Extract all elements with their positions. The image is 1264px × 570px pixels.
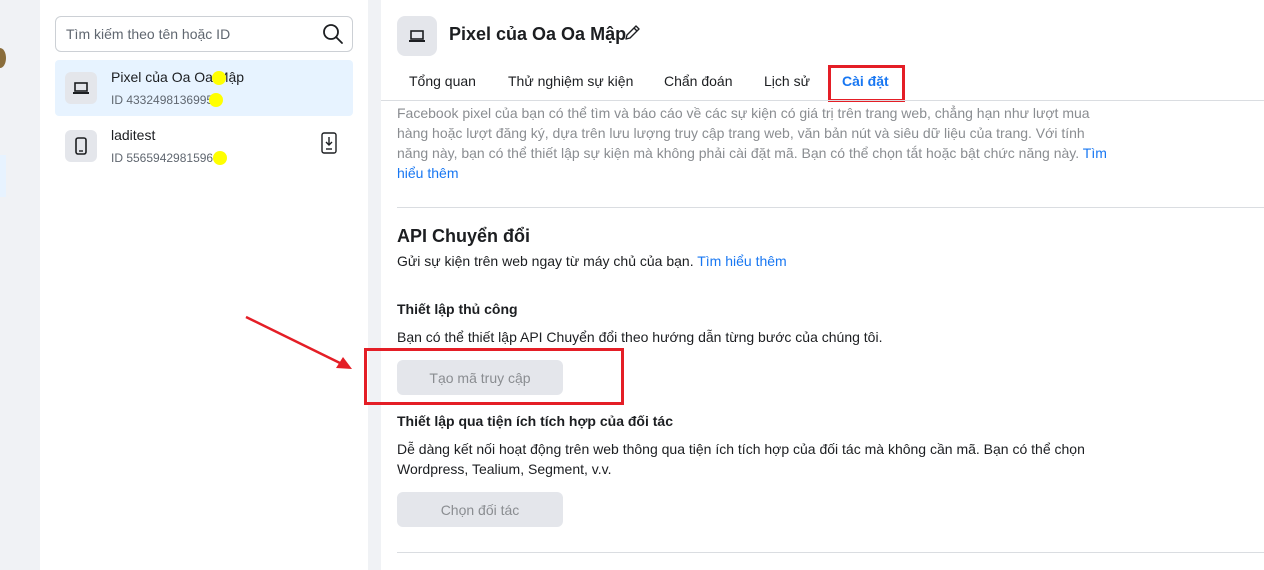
annotation-highlight-tab: [828, 65, 905, 102]
page-title: Pixel của Oa Oa Mập: [449, 24, 627, 44]
annotation-arrow-icon: [245, 315, 352, 369]
manual-setup-description: Bạn có thể thiết lập API Chuyển đổi theo…: [397, 329, 883, 345]
phone-icon: [65, 130, 97, 162]
tab-overview[interactable]: Tổng quan: [409, 62, 476, 100]
search-icon[interactable]: [322, 23, 344, 45]
manual-setup-title: Thiết lập thủ công: [397, 301, 518, 317]
partner-setup-description: Dễ dàng kết nối hoạt động trên web thông…: [397, 441, 1085, 477]
laptop-icon: [397, 16, 437, 56]
search-input[interactable]: [66, 17, 306, 51]
learn-more-link[interactable]: Tìm hiểu thêm: [697, 253, 786, 269]
search-box: [55, 16, 353, 52]
tab-bar-divider: [381, 100, 1264, 101]
choose-partner-button[interactable]: Chọn đối tác: [397, 492, 563, 527]
pixel-id: ID 43324981369952: [111, 93, 220, 107]
tab-test-events[interactable]: Thử nghiệm sự kiện: [508, 62, 633, 100]
tab-history[interactable]: Lịch sử: [764, 62, 810, 100]
rail-active-marker: [0, 155, 6, 197]
redaction-mark: [209, 93, 223, 107]
pixel-name: laditest: [111, 127, 156, 143]
pixel-detail-panel: Pixel của Oa Oa Mập Tổng quan Thử nghiệm…: [381, 0, 1264, 570]
divider: [397, 552, 1264, 553]
section-title-conversions-api: API Chuyển đổi: [397, 226, 531, 246]
automatic-events-description: Facebook pixel của bạn có thể tìm và báo…: [397, 105, 1107, 181]
pixel-list-item[interactable]: laditest ID 5565942981596: [55, 118, 353, 174]
annotation-highlight-button: [364, 348, 624, 405]
pixel-list-panel: Pixel của Oa Oa Mập ID 43324981369952 la…: [40, 0, 368, 570]
pencil-icon[interactable]: [623, 24, 641, 42]
conversions-api-description: Gửi sự kiện trên web ngay từ máy chủ của…: [397, 253, 787, 269]
partner-setup-title: Thiết lập qua tiện ích tích hợp của đối …: [397, 413, 673, 429]
pixel-list-item[interactable]: Pixel của Oa Oa Mập ID 43324981369952: [55, 60, 353, 116]
redaction-mark: [212, 71, 226, 85]
divider: [397, 207, 1264, 208]
redaction-mark: [213, 151, 227, 165]
laptop-icon: [65, 72, 97, 104]
tab-diagnostics[interactable]: Chẩn đoán: [664, 62, 733, 100]
left-rail: [0, 0, 8, 570]
mobile-download-icon[interactable]: [319, 132, 339, 154]
pixel-id: ID 5565942981596: [111, 151, 214, 165]
avatar[interactable]: [0, 48, 6, 68]
